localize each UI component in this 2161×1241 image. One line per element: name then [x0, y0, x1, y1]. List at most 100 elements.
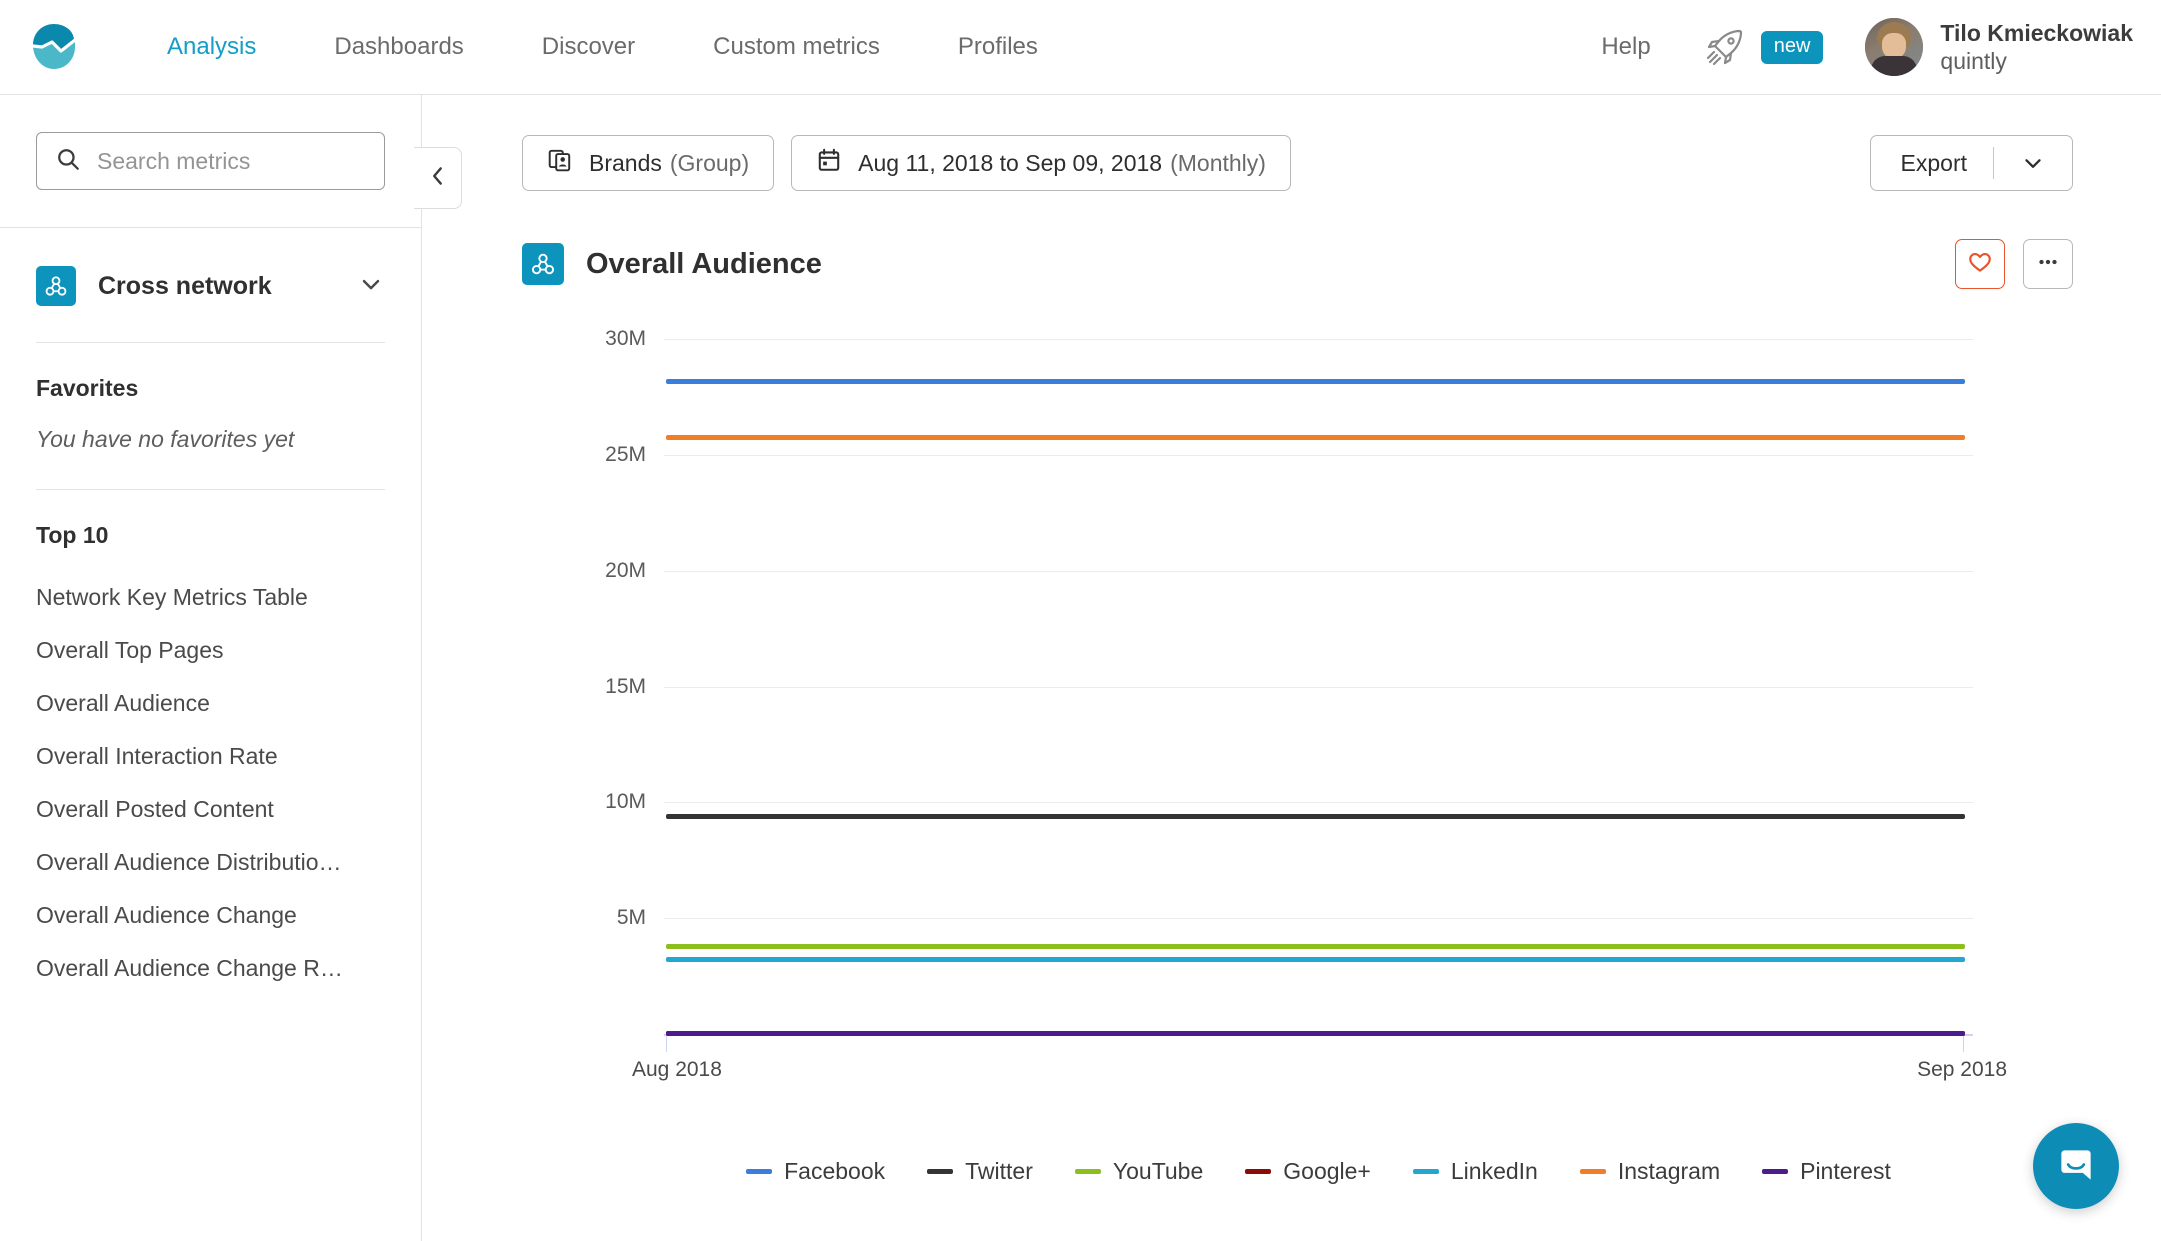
more-options-button[interactable] [2023, 239, 2073, 289]
nav-item-discover[interactable]: Discover [503, 33, 674, 61]
legend-swatch [746, 1169, 773, 1174]
new-badge[interactable]: new [1760, 30, 1824, 64]
sidebar-network-label: Cross network [98, 271, 272, 300]
legend-item[interactable]: Google+ [1245, 1158, 1371, 1185]
list-item[interactable]: Overall Audience Change Rate [0, 942, 380, 995]
list-item[interactable]: Network Key Metrics Table [0, 571, 380, 624]
cross-network-icon [522, 243, 564, 285]
y-axis-tick-label: 5M [616, 906, 646, 930]
y-axis-tick-label: 10M [605, 790, 646, 814]
legend-item[interactable]: Instagram [1579, 1158, 1721, 1185]
avatar [1865, 18, 1924, 76]
user-text: Tilo Kmieckowiak quintly [1940, 19, 2133, 75]
chart-series-line [666, 1031, 1965, 1037]
intercom-chat-button[interactable] [2033, 1123, 2119, 1209]
export-button[interactable]: Export [1869, 135, 2073, 191]
legend-swatch [1579, 1169, 1606, 1174]
x-axis-tick [1963, 1036, 1964, 1052]
legend-swatch [927, 1169, 954, 1174]
sidebar-collapse-button[interactable] [414, 147, 462, 209]
chevron-down-icon[interactable] [357, 270, 385, 303]
chart-gridline [664, 339, 1973, 340]
chart-series-line [666, 943, 1965, 949]
chart-series-line [666, 814, 1965, 820]
brands-chip-suffix: (Group) [669, 149, 750, 176]
chart-plot: Facebook Twitter YouTube Google+ LinkedIn Ins… [605, 327, 2007, 1184]
user-menu[interactable]: Tilo Kmieckowiak quintly [1865, 18, 2133, 76]
x-axis-tick-label: Aug 2018 [632, 1058, 722, 1081]
nav-item-dashboards[interactable]: Dashboards [295, 33, 502, 61]
favorites-title: Favorites [36, 375, 139, 401]
chart-series-line [666, 956, 1965, 962]
legend-item[interactable]: Pinterest [1762, 1158, 1891, 1185]
chart-area: Facebook Twitter YouTube Google+ LinkedIn Ins… [522, 327, 2073, 1184]
filter-toolbar: Brands (Group) Aug 11, 2018 to Sep 09, 2… [422, 95, 2161, 191]
list-item[interactable]: Overall Audience Distribution Develop… [0, 836, 380, 889]
chart-series-line [666, 378, 1965, 384]
chat-bubble-icon [2053, 1141, 2099, 1192]
top-navigation-bar: Analysis Dashboards Discover Custom metr… [0, 0, 2161, 95]
quintly-logo-icon[interactable] [28, 21, 80, 73]
search-icon [55, 146, 97, 177]
ellipsis-icon [2035, 249, 2061, 280]
nav-right-group: Help new Tilo Kmieckowiak quintly [1601, 18, 2133, 76]
card-header: Overall Audience [522, 239, 2073, 289]
y-axis-tick-label: 15M [605, 674, 646, 698]
heart-icon [1967, 249, 1993, 280]
chart-gridline [664, 802, 1973, 804]
main-content: Brands (Group) Aug 11, 2018 to Sep 09, 2… [422, 95, 2161, 1241]
sidebar: Cross network Favorites You have no favo… [0, 95, 462, 1241]
list-item[interactable]: Overall Audience [0, 677, 380, 730]
chevron-left-icon [425, 163, 451, 194]
list-item[interactable]: Overall Top Pages [0, 624, 380, 677]
help-link[interactable]: Help [1601, 33, 1650, 61]
favorites-empty-text: You have no favorites yet [36, 426, 295, 452]
x-axis-tick-label: Sep 2018 [1917, 1058, 2007, 1081]
legend-item[interactable]: YouTube [1074, 1158, 1204, 1185]
top10-title: Top 10 [36, 522, 109, 548]
legend-swatch [1762, 1169, 1789, 1174]
date-range-chip[interactable]: Aug 11, 2018 to Sep 09, 2018 (Monthly) [791, 135, 1291, 191]
chevron-down-icon[interactable] [1994, 150, 2072, 176]
legend-item[interactable]: Facebook [746, 1158, 885, 1185]
search-zone [0, 95, 421, 228]
legend-label: Instagram [1617, 1158, 1721, 1184]
list-item[interactable]: Overall Posted Content [0, 783, 380, 836]
list-item[interactable]: Overall Audience Change [0, 889, 380, 942]
legend-label: Twitter [965, 1158, 1033, 1184]
legend-label: Facebook [784, 1158, 886, 1184]
nav-item-profiles[interactable]: Profiles [919, 33, 1077, 61]
chart-gridline [664, 918, 1973, 920]
search-input[interactable] [97, 147, 366, 175]
profiles-group-icon [547, 147, 589, 179]
metric-card: Overall Audience Facebook Twitter YouTub… [422, 191, 2161, 1184]
chart-gridline [664, 454, 1973, 456]
y-axis-tick-label: 25M [605, 442, 646, 466]
legend-swatch [1074, 1169, 1101, 1174]
export-button-label: Export [1900, 149, 1967, 176]
sidebar-network-selector[interactable]: Cross network [0, 228, 421, 306]
legend-label: YouTube [1112, 1158, 1204, 1184]
cross-network-icon [36, 266, 76, 306]
legend-item[interactable]: Twitter [927, 1158, 1033, 1185]
y-axis-tick-label: 20M [605, 558, 646, 582]
page-title: Overall Audience [586, 247, 822, 280]
legend-item[interactable]: LinkedIn [1412, 1158, 1538, 1185]
user-org: quintly [1940, 48, 2007, 74]
metric-list: Network Key Metrics Table Overall Top Pa… [0, 549, 421, 995]
nav-item-custom-metrics[interactable]: Custom metrics [674, 33, 919, 61]
legend-swatch [1245, 1169, 1272, 1174]
nav-item-analysis[interactable]: Analysis [128, 33, 295, 61]
legend-swatch [1412, 1169, 1439, 1174]
date-chip-label: Aug 11, 2018 to Sep 09, 2018 [858, 149, 1163, 176]
legend-label: LinkedIn [1450, 1158, 1538, 1184]
legend-label: Google+ [1283, 1158, 1371, 1184]
x-axis-tick [666, 1036, 667, 1052]
favorite-button[interactable] [1955, 239, 2005, 289]
brands-chip-label: Brands [589, 149, 662, 176]
list-item[interactable]: Overall Interaction Rate [0, 730, 380, 783]
rocket-icon[interactable] [1703, 25, 1747, 69]
chart-gridline [664, 686, 1973, 688]
search-input-wrapper[interactable] [36, 132, 385, 190]
brands-filter-chip[interactable]: Brands (Group) [522, 135, 775, 191]
